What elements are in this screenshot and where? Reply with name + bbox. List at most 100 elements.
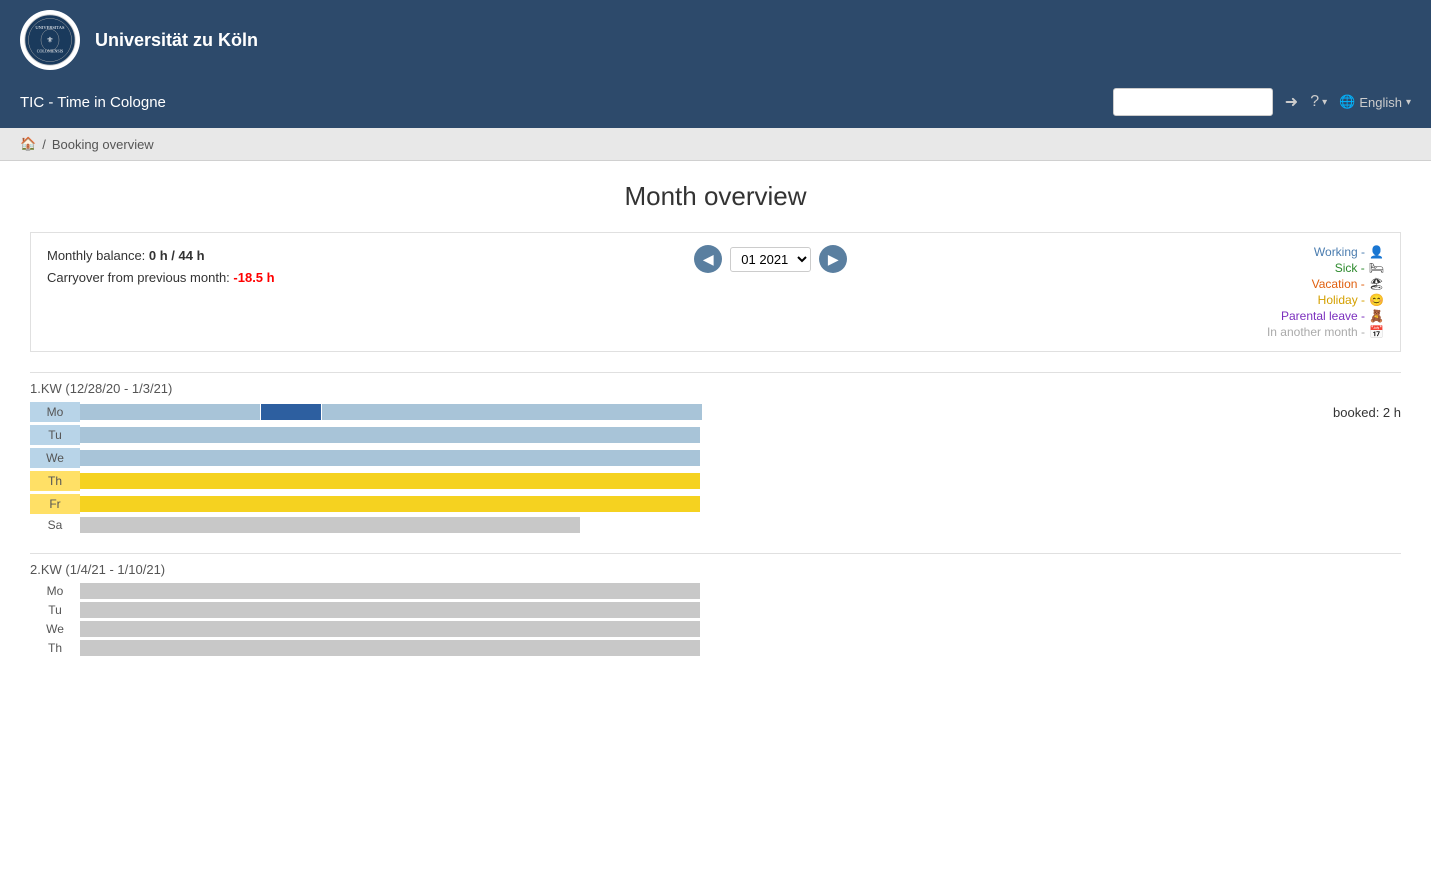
monthly-balance-value: 0 h / 44 h	[149, 248, 205, 263]
other-icon: 📅	[1369, 325, 1384, 339]
seg-th	[80, 473, 700, 489]
seg-w2-we	[80, 621, 700, 637]
week1-booked: booked: 2 h	[1333, 405, 1401, 420]
university-name: Universität zu Köln	[95, 30, 258, 51]
seg-dark	[261, 404, 321, 420]
seg-we	[80, 450, 700, 466]
breadcrumb-separator: /	[42, 137, 46, 152]
day-bar-w2-th	[80, 640, 1401, 656]
legend-parental: Parental leave - 🧸	[1281, 309, 1384, 323]
language-label: English	[1359, 95, 1402, 110]
week1-day-th: Th	[30, 471, 1401, 491]
seg-tu	[80, 427, 700, 443]
language-button[interactable]: 🌐 English ▾	[1339, 94, 1411, 110]
sick-icon: 🛏	[1369, 261, 1384, 275]
seg-w2-tu	[80, 602, 700, 618]
monthly-balance-row: Monthly balance: 0 h / 44 h	[47, 245, 275, 267]
legend-other-label: In another month -	[1267, 325, 1365, 339]
parental-icon: 🧸	[1369, 309, 1384, 323]
seg-w2-mo	[80, 583, 700, 599]
page-title: Month overview	[30, 181, 1401, 212]
week-2: 2.KW (1/4/21 - 1/10/21) Mo Tu We Th	[30, 553, 1401, 656]
week2-day-th: Th	[30, 640, 1401, 656]
seg-w2-th	[80, 640, 700, 656]
day-label-we: We	[30, 448, 80, 468]
login-button[interactable]: ➜	[1285, 92, 1298, 112]
svg-text:⚜: ⚜	[46, 36, 53, 45]
legend-parental-label: Parental leave -	[1281, 309, 1365, 323]
seg-lb1	[80, 404, 260, 420]
day-bar-w2-tu	[80, 602, 1401, 618]
legend-sick: Sick - 🛏	[1335, 261, 1384, 275]
help-button[interactable]: ? ▾	[1310, 93, 1327, 111]
day-bar-mo	[80, 404, 1317, 420]
monthly-balance-label: Monthly balance:	[47, 248, 145, 263]
legend-holiday-label: Holiday -	[1318, 293, 1365, 307]
header-top: UNIVERSITAS COLONIENSIS ⚜ Universität zu…	[0, 0, 1431, 80]
vacation-icon: 🏖	[1369, 277, 1384, 291]
seg-fr	[80, 496, 700, 512]
balance-info: Monthly balance: 0 h / 44 h Carryover fr…	[47, 245, 275, 289]
day-label-fr: Fr	[30, 494, 80, 514]
day-bar-we	[80, 450, 1401, 466]
breadcrumb-home[interactable]: 🏠	[20, 136, 36, 152]
working-icon: 👤	[1369, 245, 1384, 259]
carryover-value: -18.5 h	[233, 270, 274, 285]
legend: Working - 👤 Sick - 🛏 Vacation - 🏖 Holida…	[1267, 245, 1384, 339]
main-content: Month overview Monthly balance: 0 h / 44…	[0, 161, 1431, 883]
day-bar-w2-we	[80, 621, 1401, 637]
legend-vacation-label: Vacation -	[1312, 277, 1365, 291]
prev-month-button[interactable]: ◀	[694, 245, 722, 273]
day-bar-w2-mo	[80, 583, 1401, 599]
legend-working: Working - 👤	[1314, 245, 1384, 259]
week-1-header: 1.KW (12/28/20 - 1/3/21)	[30, 372, 1401, 396]
overview-controls: Monthly balance: 0 h / 44 h Carryover fr…	[30, 232, 1401, 352]
home-icon: 🏠	[20, 136, 36, 151]
header-controls: ➜ ? ▾ 🌐 English ▾	[1113, 88, 1411, 116]
week-1: 1.KW (12/28/20 - 1/3/21) Mo booked: 2 h …	[30, 372, 1401, 533]
day-label-tu: Tu	[30, 425, 80, 445]
next-month-button[interactable]: ▶	[819, 245, 847, 273]
breadcrumb-current: Booking overview	[52, 137, 154, 152]
day-label-th: Th	[30, 471, 80, 491]
week1-day-fr: Fr	[30, 494, 1401, 514]
week1-day-tu: Tu	[30, 425, 1401, 445]
seg-sa	[80, 517, 580, 533]
carryover-row: Carryover from previous month: -18.5 h	[47, 267, 275, 289]
week-2-header: 2.KW (1/4/21 - 1/10/21)	[30, 553, 1401, 577]
day-bar-fr	[80, 496, 1401, 512]
week2-day-label-th: Th	[30, 641, 80, 655]
legend-other: In another month - 📅	[1267, 325, 1384, 339]
help-icon: ?	[1310, 93, 1319, 111]
svg-text:COLONIENSIS: COLONIENSIS	[37, 49, 63, 54]
week1-day-mo: Mo booked: 2 h	[30, 402, 1401, 422]
week2-day-label-we: We	[30, 622, 80, 636]
day-label-mo: Mo	[30, 402, 80, 422]
day-label-sa: Sa	[30, 518, 80, 532]
day-bar-tu	[80, 427, 1401, 443]
week2-day-we: We	[30, 621, 1401, 637]
week2-day-mo: Mo	[30, 583, 1401, 599]
month-select[interactable]: 01 2021 02 2021 12 2020	[730, 247, 811, 272]
lang-chevron: ▾	[1406, 97, 1411, 108]
globe-icon: 🌐	[1339, 94, 1355, 110]
breadcrumb: 🏠 / Booking overview	[0, 128, 1431, 161]
carryover-label: Carryover from previous month:	[47, 270, 230, 285]
day-bar-th	[80, 473, 1401, 489]
help-chevron: ▾	[1322, 97, 1327, 108]
legend-sick-label: Sick -	[1335, 261, 1365, 275]
app-title: TIC - Time in Cologne	[20, 94, 166, 111]
search-input[interactable]	[1113, 88, 1273, 116]
week2-day-label-tu: Tu	[30, 603, 80, 617]
week1-day-we: We	[30, 448, 1401, 468]
header-bottom: TIC - Time in Cologne ➜ ? ▾ 🌐 English ▾	[0, 80, 1431, 128]
legend-holiday: Holiday - 😊	[1318, 293, 1384, 307]
month-navigation: ◀ 01 2021 02 2021 12 2020 ▶	[694, 245, 847, 273]
holiday-icon: 😊	[1369, 293, 1384, 307]
login-icon: ➜	[1285, 92, 1298, 112]
week1-day-sa: Sa	[30, 517, 1401, 533]
day-bar-sa	[80, 517, 1401, 533]
svg-text:UNIVERSITAS: UNIVERSITAS	[35, 25, 65, 30]
legend-working-label: Working -	[1314, 245, 1365, 259]
seg-lb2	[322, 404, 702, 420]
